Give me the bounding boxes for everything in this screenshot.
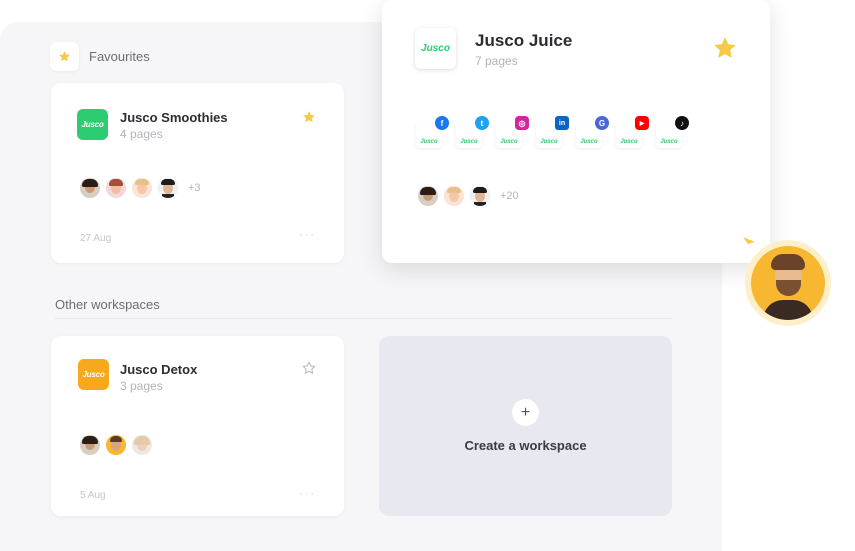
avatar (130, 433, 154, 457)
favourites-label: Favourites (89, 49, 150, 64)
social-account-twitter[interactable]: Jusco t (456, 116, 489, 148)
social-account-instagram[interactable]: Jusco ◎ (496, 116, 529, 148)
more-members-count: +3 (188, 182, 201, 194)
social-account-facebook[interactable]: Jusco f (416, 116, 449, 148)
more-members-count: +20 (500, 190, 519, 202)
avatar (104, 433, 128, 457)
member-avatars (78, 433, 156, 457)
other-workspaces-label: Other workspaces (55, 297, 160, 312)
star-icon (50, 42, 79, 71)
workspace-logo: Jusco (77, 109, 108, 140)
twitter-icon: t (475, 116, 489, 130)
tiktok-icon: ♪ (675, 116, 689, 130)
create-workspace-label: Create a workspace (464, 438, 587, 453)
workspace-title: Jusco Smoothies (120, 110, 228, 125)
workspace-card-juice-popup[interactable]: Jusco Jusco Juice 7 pages Jusco f Jusco … (382, 0, 770, 263)
avatar-photo (751, 246, 825, 320)
workspace-logo: Jusco (415, 28, 456, 69)
star-filled-icon[interactable] (302, 110, 316, 129)
workspace-card-detox[interactable]: Jusco Jusco Detox 3 pages 5 Aug ··· (51, 336, 344, 516)
avatar (104, 176, 128, 200)
avatar (78, 176, 102, 200)
more-options-button[interactable]: ··· (299, 488, 316, 500)
member-avatars: +20 (416, 184, 519, 208)
workspace-logo: Jusco (78, 359, 109, 390)
member-avatars: +3 (78, 176, 201, 200)
linkedin-icon: in (555, 116, 569, 130)
social-account-youtube[interactable]: Jusco ▶ (616, 116, 649, 148)
workspace-page-count: 7 pages (475, 54, 518, 68)
star-filled-icon[interactable] (712, 35, 738, 66)
avatar (416, 184, 440, 208)
facebook-icon: f (435, 116, 449, 130)
avatar (130, 176, 154, 200)
user-avatar[interactable] (745, 240, 831, 326)
workspace-date: 27 Aug (80, 233, 112, 244)
favourites-header: Favourites (50, 42, 150, 71)
google-icon: G (595, 116, 609, 130)
pointer-cursor-icon (742, 236, 756, 255)
create-workspace-card[interactable]: + Create a workspace (379, 336, 672, 516)
workspace-card-smoothies[interactable]: Jusco Jusco Smoothies 4 pages +3 27 Aug … (51, 83, 344, 263)
social-account-linkedin[interactable]: Jusco in (536, 116, 569, 148)
avatar (78, 433, 102, 457)
instagram-icon: ◎ (515, 116, 529, 130)
avatar (156, 176, 180, 200)
plus-icon: + (512, 399, 539, 426)
social-account-tiktok[interactable]: Jusco ♪ (656, 116, 689, 148)
avatar (468, 184, 492, 208)
workspace-title: Jusco Detox (120, 362, 198, 377)
avatar (442, 184, 466, 208)
workspace-title: Jusco Juice (475, 31, 573, 50)
section-divider (55, 318, 672, 319)
workspace-page-count: 4 pages (120, 127, 163, 141)
workspace-page-count: 3 pages (120, 379, 163, 393)
social-account-google[interactable]: Jusco G (576, 116, 609, 148)
workspace-date: 5 Aug (80, 490, 106, 501)
star-outline-icon[interactable] (302, 361, 316, 380)
more-options-button[interactable]: ··· (299, 229, 316, 241)
youtube-icon: ▶ (635, 116, 649, 130)
